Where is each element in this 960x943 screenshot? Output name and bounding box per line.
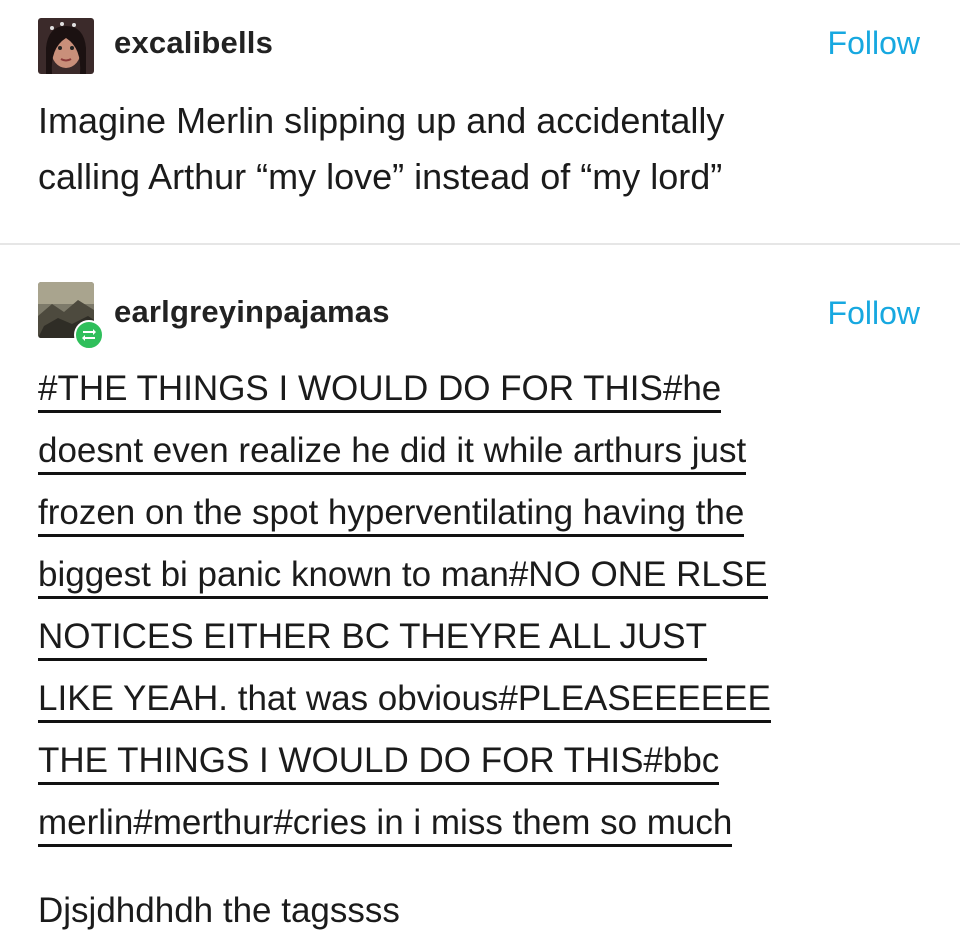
username[interactable]: earlgreyinpajamas [114,294,390,330]
tag-line[interactable]: frozen on the spot hyperventilating havi… [38,482,928,544]
tag-line[interactable]: #THE THINGS I WOULD DO FOR THIS#he [38,358,928,420]
tag-line[interactable]: merlin#merthur#cries in i miss them so m… [38,792,928,854]
post-body-line: Imagine Merlin slipping up and accidenta… [38,100,725,141]
tag-line[interactable]: doesnt even realize he did it while arth… [38,420,928,482]
tag-line[interactable]: biggest bi panic known to man#NO ONE RLS… [38,544,928,606]
post-body-line: calling Arthur “my love” instead of “my … [38,156,723,197]
post-divider [0,243,960,245]
tag-list: #THE THINGS I WOULD DO FOR THIS#he doesn… [38,358,928,854]
follow-button[interactable]: Follow [828,295,920,332]
reply-text: Djsjdhdhdh the tagssss [38,891,400,930]
avatar-excalibells[interactable] [38,18,94,74]
post-excalibells: excalibells Follow Imagine Merlin slippi… [0,0,960,244]
reblog-icon [74,320,104,350]
post-body: Imagine Merlin slipping up and accidenta… [38,93,918,205]
tag-line[interactable]: LIKE YEAH. that was obvious#PLEASEEEEEE [38,668,928,730]
post-earlgreyinpajamas: earlgreyinpajamas Follow #THE THINGS I W… [0,246,960,943]
tag-line[interactable]: NOTICES EITHER BC THEYRE ALL JUST [38,606,928,668]
tag-line[interactable]: THE THINGS I WOULD DO FOR THIS#bbc [38,730,928,792]
follow-button[interactable]: Follow [828,25,920,62]
username[interactable]: excalibells [114,25,273,61]
